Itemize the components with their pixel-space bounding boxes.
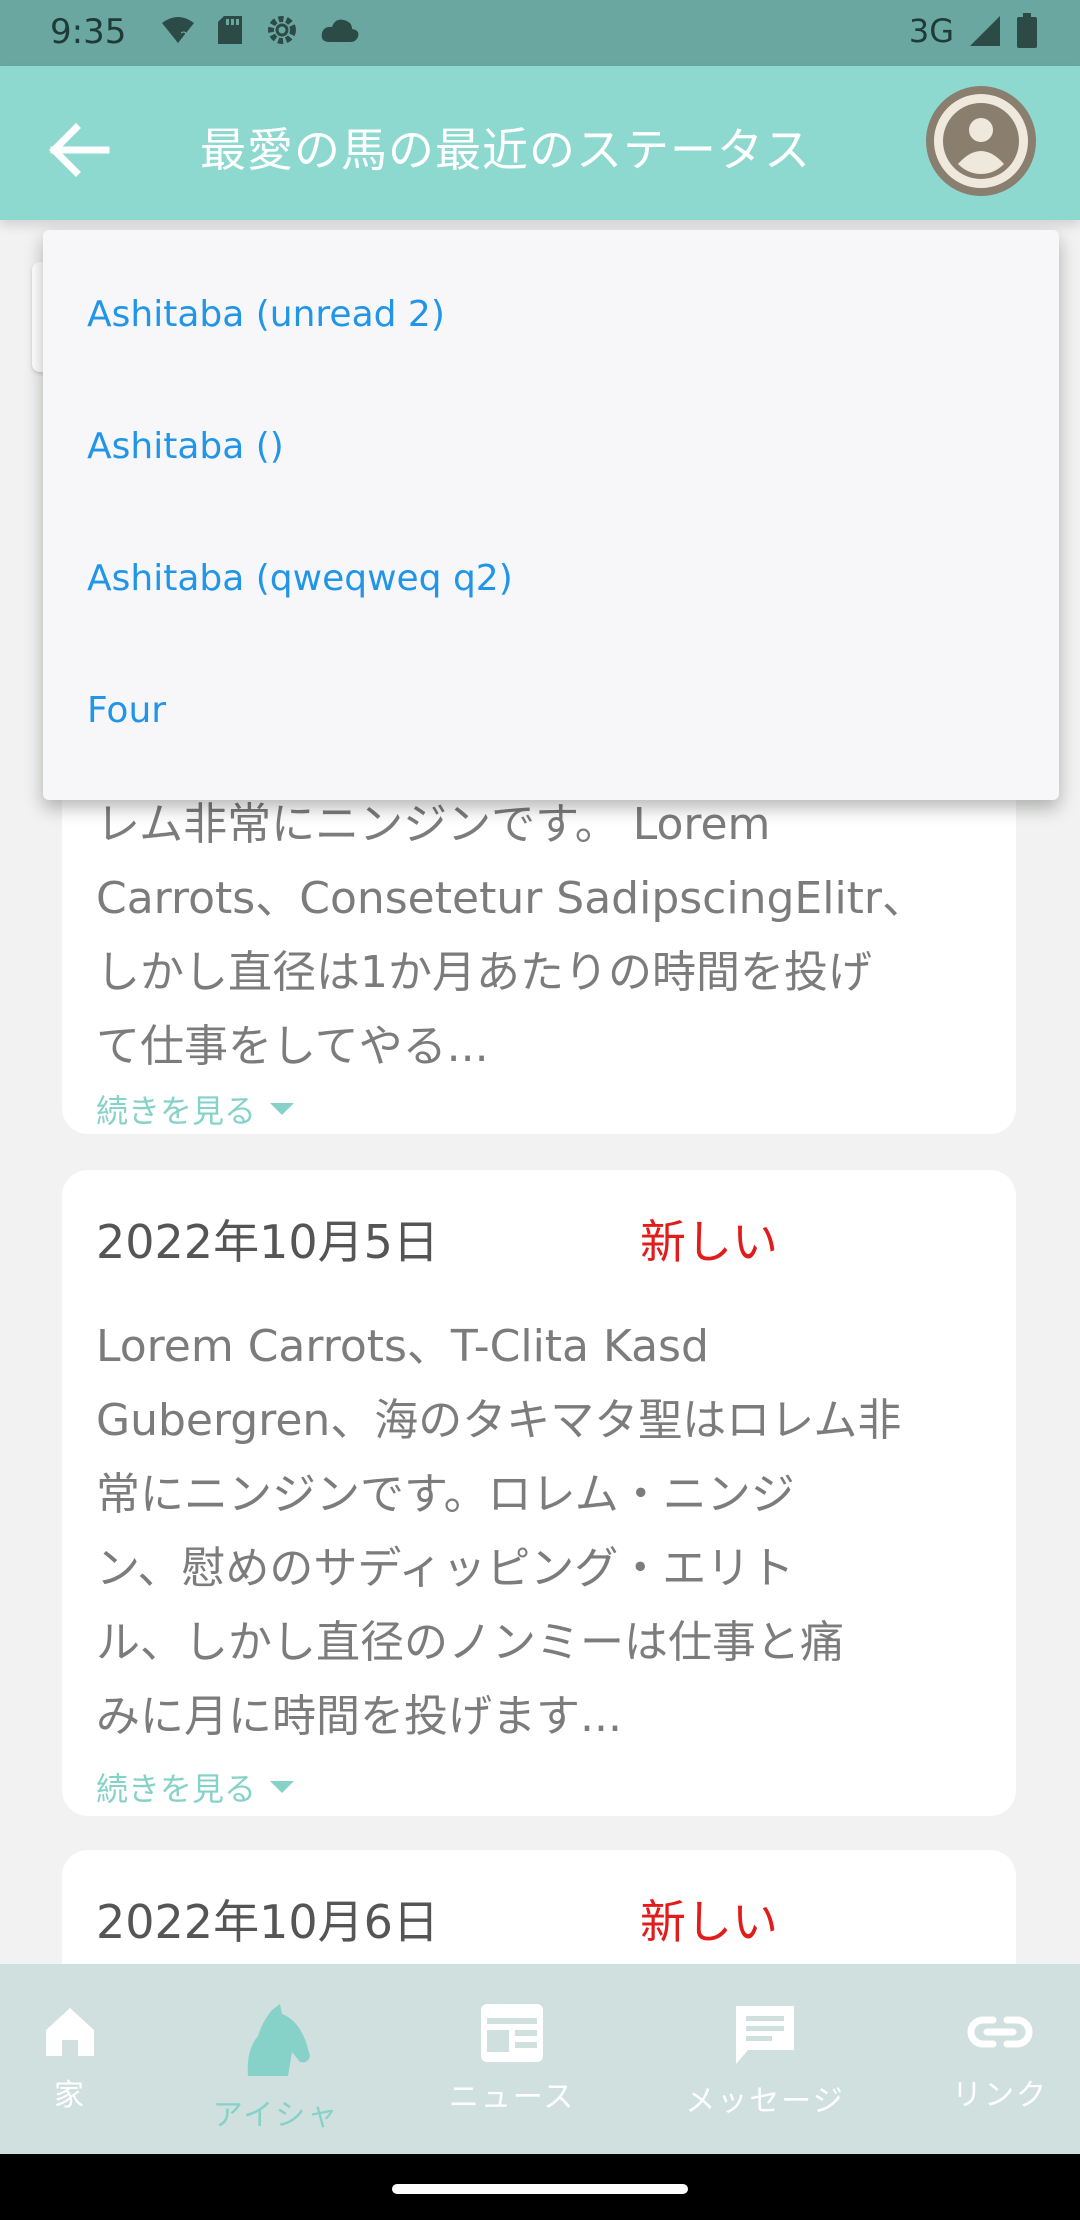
- cloud-icon: [321, 19, 359, 42]
- signal-icon: [970, 16, 1000, 46]
- read-more-link[interactable]: 続きを見る: [96, 1764, 295, 1810]
- home-gesture-handle[interactable]: [392, 2184, 688, 2194]
- card-body-line: 常にニンジンです。ロレム・ニンジ: [96, 1469, 795, 1520]
- horse-icon: [247, 2004, 310, 2076]
- card-body-line: Gubergren、海のタキマタ聖はロレム非: [96, 1395, 902, 1446]
- read-more-label: 続きを見る: [96, 1092, 257, 1130]
- status-card: レム非常にニンジンです。 Lorem Carrots、Consetetur Sa…: [62, 770, 1016, 1134]
- status-bar: 9:35 ? 3G: [0, 0, 1080, 66]
- nav-label: メッセージ: [685, 2084, 845, 2119]
- nav-label: リンク: [952, 2078, 1048, 2113]
- new-badge: 新しい: [640, 1215, 778, 1269]
- back-arrow-icon[interactable]: [40, 110, 120, 190]
- app-bar: 最愛の馬の最近のステータス: [0, 66, 1080, 220]
- card-body: Lorem Carrots、T-Clita Kasd Gubergren、海のタ…: [96, 1310, 996, 1754]
- status-card: 2022年10月5日 新しい Lorem Carrots、T-Clita Kas…: [62, 1170, 1016, 1816]
- nav-label: ニュース: [448, 2080, 576, 2115]
- nav-item-aisha[interactable]: アイシャ: [196, 2002, 356, 2142]
- nav-label: アイシャ: [212, 2098, 340, 2133]
- nav-item-messages[interactable]: メッセージ: [670, 2002, 860, 2142]
- chevron-down-icon: [270, 1781, 295, 1793]
- card-date: 2022年10月6日: [96, 1895, 439, 1949]
- message-icon: [736, 2006, 794, 2064]
- svg-text:?: ?: [180, 30, 187, 45]
- read-more-label: 続きを見る: [96, 1770, 257, 1808]
- page-title: 最愛の馬の最近のステータス: [200, 123, 811, 177]
- user-icon: [943, 103, 1019, 179]
- dropdown-option[interactable]: Ashitaba (): [87, 426, 284, 467]
- card-body-line: みに月に時間を投げます...: [96, 1691, 622, 1742]
- horse-dropdown-menu: Ashitaba (unread 2) Ashitaba () Ashitaba…: [43, 230, 1059, 800]
- status-icons-left: ?: [160, 12, 360, 48]
- new-badge: 新しい: [640, 1895, 778, 1949]
- dropdown-option[interactable]: Ashitaba (qweqweq q2): [87, 558, 513, 599]
- status-icons-right: 3G: [909, 12, 1038, 50]
- chevron-down-icon: [270, 1103, 295, 1115]
- card-body-line: しかし直径は1か月あたりの時間を投げ: [96, 947, 872, 998]
- card-body-line: ル、しかし直径のノンミーは仕事と痛: [96, 1617, 844, 1668]
- nav-label: 家: [54, 2078, 86, 2113]
- home-icon: [46, 2008, 94, 2056]
- battery-icon: [1017, 13, 1037, 48]
- nav-item-news[interactable]: ニュース: [432, 2002, 592, 2142]
- card-body: レム非常にニンジンです。 Lorem Carrots、Consetetur Sa…: [96, 788, 996, 1084]
- settings-icon: [268, 16, 296, 44]
- nav-item-home[interactable]: 家: [0, 2002, 140, 2142]
- card-body-line: Lorem Carrots、T-Clita Kasd: [96, 1321, 709, 1372]
- dropdown-option[interactable]: Ashitaba (unread 2): [87, 294, 445, 335]
- read-more-link[interactable]: 続きを見る: [96, 1086, 295, 1132]
- sd-card-icon: [218, 16, 242, 44]
- nav-item-links[interactable]: リンク: [930, 2002, 1070, 2142]
- status-time: 9:35: [50, 12, 127, 52]
- card-body-line: て仕事をしてやる...: [96, 1021, 489, 1072]
- dropdown-option[interactable]: Four: [87, 690, 166, 731]
- bottom-navigation: 家 アイシャ ニュース メッセージ リンク: [0, 1964, 1080, 2154]
- card-body-line: ン、慰めのサディッピング・エリト: [96, 1543, 795, 1594]
- newspaper-icon: [481, 2004, 543, 2062]
- wifi-unknown-icon: ?: [162, 17, 194, 45]
- card-date: 2022年10月5日: [96, 1215, 439, 1269]
- card-body-line: Carrots、Consetetur SadipscingElitr、: [96, 873, 927, 924]
- avatar[interactable]: [926, 86, 1036, 196]
- link-icon: [967, 2016, 1033, 2048]
- network-type: 3G: [908, 12, 954, 50]
